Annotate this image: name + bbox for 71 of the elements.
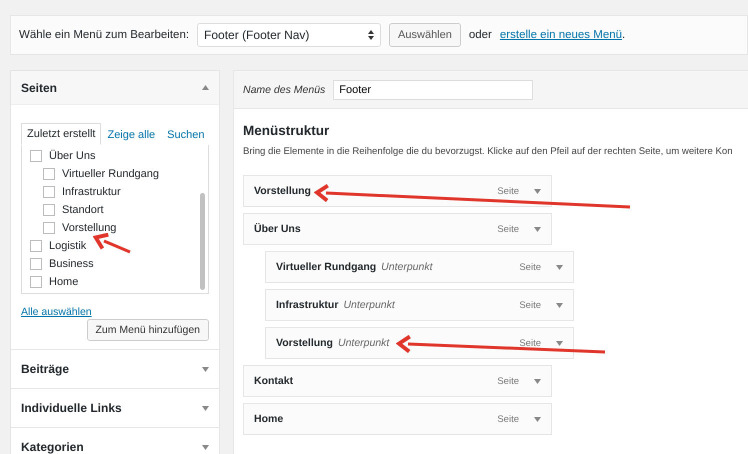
section-title[interactable]: Kategorien: [21, 440, 84, 454]
select-button[interactable]: Auswählen: [389, 23, 461, 47]
menu-item-bar[interactable]: Kontakt Seite: [243, 365, 552, 397]
name-label: Name des Menüs: [243, 84, 326, 96]
collapse-arrow-icon[interactable]: [202, 85, 209, 90]
section-title[interactable]: Beiträge: [21, 362, 70, 376]
menu-item-type: Seite: [519, 300, 541, 310]
menu-item-type: Seite: [519, 262, 541, 272]
checkbox[interactable]: [43, 222, 55, 234]
page-label: Infrastruktur: [62, 186, 121, 198]
menu-item-bar[interactable]: Home Seite: [243, 403, 552, 435]
add-to-menu-button[interactable]: Zum Menü hinzufügen: [86, 319, 209, 341]
menu-item-title: Kontakt: [254, 375, 294, 387]
select-all-link[interactable]: Alle auswählen: [21, 306, 92, 318]
updown-arrows-icon: [368, 30, 374, 40]
menu-item-title: Home: [254, 413, 284, 425]
menu-item-bar[interactable]: Vorstellung Unterpunkt Seite: [265, 327, 574, 359]
page-label: Logistik: [49, 240, 86, 252]
checkbox[interactable]: [43, 204, 55, 216]
page-label: Vorstellung: [62, 222, 116, 234]
checkbox[interactable]: [30, 258, 42, 270]
expand-arrow-icon[interactable]: [534, 226, 541, 232]
expand-arrow-icon[interactable]: [202, 406, 209, 410]
expand-arrow-icon[interactable]: [534, 416, 541, 422]
tab[interactable]: Zuletzt erstellt: [21, 123, 102, 145]
page-label: Standort: [62, 204, 104, 216]
checkbox[interactable]: [30, 276, 42, 288]
checkbox[interactable]: [30, 240, 42, 252]
menu-item-bar[interactable]: Virtueller Rundgang Unterpunkt Seite: [265, 251, 574, 283]
menu-item-type: Seite: [497, 376, 519, 386]
create-menu-text: erstelle ein neues Menü.: [500, 29, 626, 41]
menu-item-subtitle: Unterpunkt: [338, 337, 390, 349]
menu-item-type: Seite: [519, 338, 541, 348]
select-label: Wähle ein Menü zum Bearbeiten:: [19, 29, 190, 41]
section-title[interactable]: Seiten: [21, 80, 58, 94]
menu-item-type: Seite: [497, 186, 519, 196]
expand-arrow-icon[interactable]: [534, 188, 541, 194]
section-title[interactable]: Individuelle Links: [21, 401, 122, 415]
page-label: Home: [49, 276, 78, 288]
menu-item-bar[interactable]: Infrastruktur Unterpunkt Seite: [265, 289, 574, 321]
page-label: Über Uns: [49, 150, 96, 162]
expand-arrow-icon[interactable]: [202, 444, 209, 450]
menu-item-title: Virtueller Rundgang: [276, 261, 376, 273]
menu-item-title: Über Uns: [254, 223, 301, 235]
menu-item-type: Seite: [497, 224, 519, 234]
expand-arrow-icon[interactable]: [556, 302, 563, 308]
menu-select[interactable]: Footer (Footer Nav): [197, 23, 382, 47]
page-label: Business: [49, 258, 94, 270]
expand-arrow-icon[interactable]: [202, 366, 209, 372]
checkbox[interactable]: [30, 150, 42, 162]
menu-item-subtitle: Unterpunkt: [381, 261, 433, 273]
menu-item-bar[interactable]: Vorstellung Seite: [243, 175, 552, 207]
scrollbar[interactable]: [200, 193, 205, 290]
create-menu-link[interactable]: erstelle ein neues Menü: [500, 29, 622, 41]
expand-arrow-icon[interactable]: [556, 264, 563, 270]
expand-arrow-icon[interactable]: [556, 340, 563, 346]
description: Bring die Elemente in die Reihenfolge die du bevorzugst. Klicke auf den Pfeil auf der rechten Seite, um weitere Kon: [243, 146, 734, 157]
expand-arrow-icon[interactable]: [534, 378, 541, 384]
annotation-arrow: [94, 232, 131, 254]
checkbox[interactable]: [43, 186, 55, 198]
menu-item-bar[interactable]: Über Uns Seite: [243, 213, 552, 245]
menu-name-field[interactable]: Footer: [333, 80, 534, 100]
or-text: oder: [468, 29, 492, 41]
page-label: Virtueller Rundgang: [62, 168, 160, 180]
checkbox[interactable]: [43, 168, 55, 180]
menu-item-title: Vorstellung: [276, 337, 333, 349]
menu-item-type: Seite: [497, 414, 519, 424]
menu-item-title: Vorstellung: [254, 185, 311, 197]
menu-item-subtitle: Unterpunkt: [343, 299, 395, 311]
section-heading: Menüstruktur: [243, 123, 330, 138]
menu-item-title: Infrastruktur: [276, 299, 338, 311]
